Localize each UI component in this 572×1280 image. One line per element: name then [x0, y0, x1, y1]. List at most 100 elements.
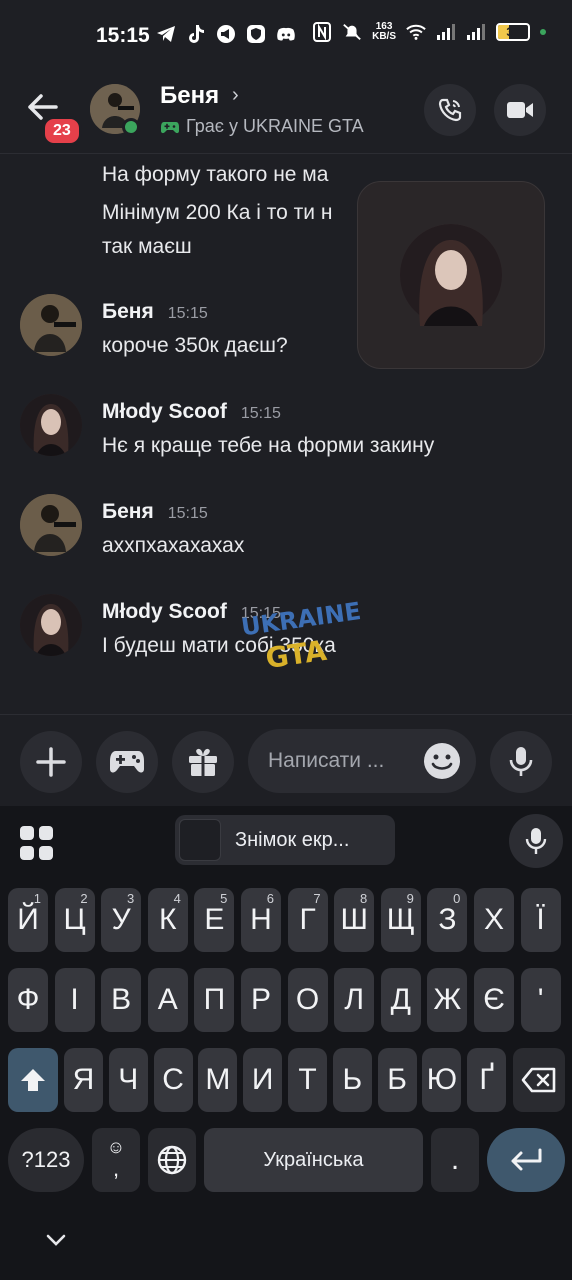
key-label: Ц [63, 903, 86, 936]
key-label: Й [17, 903, 39, 936]
voice-pip-overlay[interactable] [357, 181, 545, 369]
key[interactable]: Ю [422, 1048, 462, 1112]
key[interactable]: О [287, 968, 328, 1032]
continued-message: На форму такого не ма [102, 156, 328, 194]
voice-call-button[interactable] [424, 84, 476, 136]
key[interactable]: Ч [108, 1048, 148, 1112]
key-label: Ш [340, 903, 368, 936]
key[interactable]: И [243, 1048, 283, 1112]
key-label: Е [204, 903, 225, 936]
key[interactable]: Є [474, 968, 514, 1032]
clipboard-label: Знімок екр... [235, 829, 350, 851]
key[interactable]: Б [377, 1048, 417, 1112]
avatar[interactable] [20, 594, 82, 656]
video-camera-icon [507, 102, 533, 118]
key-label: Н [250, 903, 272, 936]
activities-button[interactable] [96, 731, 158, 793]
voice-message-button[interactable] [490, 731, 552, 793]
avatar[interactable] [20, 394, 82, 456]
language-key[interactable] [148, 1128, 196, 1192]
key[interactable]: Щ9 [380, 888, 421, 952]
key[interactable]: З0 [427, 888, 468, 952]
key-hint: 3 [126, 891, 135, 906]
emoji-comma-key[interactable]: ☺ , [92, 1128, 140, 1192]
key[interactable]: Ї [520, 888, 561, 952]
key[interactable]: К4 [147, 888, 188, 952]
key[interactable]: Ш8 [334, 888, 375, 952]
shift-key[interactable] [8, 1048, 58, 1112]
key[interactable]: Х [474, 888, 514, 952]
message-author[interactable]: Młody Scoof [102, 400, 227, 424]
key[interactable]: Ц2 [54, 888, 95, 952]
key[interactable]: Я [64, 1048, 103, 1112]
space-key[interactable]: Українська [204, 1128, 423, 1192]
battery-indicator: 37 [496, 23, 530, 41]
message-author[interactable]: Беня [102, 300, 154, 324]
key[interactable]: Е5 [194, 888, 235, 952]
key-label: К [159, 903, 177, 936]
emoji-button[interactable] [424, 743, 460, 779]
key[interactable]: Д [380, 968, 421, 1032]
key[interactable]: Г7 [287, 888, 328, 952]
key-hint: 9 [406, 891, 414, 906]
key[interactable]: Ф [8, 968, 48, 1032]
clipboard-suggestion[interactable]: Знімок екр... [175, 815, 395, 865]
key[interactable]: П [194, 968, 235, 1032]
key[interactable]: Ж [427, 968, 468, 1032]
gift-icon [189, 748, 217, 776]
key-label: У [111, 903, 131, 936]
status-bar: 15:15 163 KB/S 37 [0, 0, 572, 72]
screenshot-thumbnail [179, 819, 221, 861]
keyboard-row-2: Ф І В А П Р О Л Д Ж Є ' [0, 968, 572, 1034]
activity-status: Грає у UKRAINE GTA [160, 116, 364, 137]
hide-keyboard-button[interactable] [42, 1226, 70, 1254]
attach-button[interactable] [20, 731, 82, 793]
message-header: Młody Scoof 15:15 [102, 400, 281, 424]
network-speed: 163 KB/S [372, 22, 396, 42]
message-author[interactable]: Беня [102, 500, 154, 524]
key-hint: 2 [80, 891, 88, 906]
avatar[interactable] [20, 294, 82, 356]
key[interactable]: ' [520, 968, 561, 1032]
chevron-right-icon[interactable]: › [232, 84, 239, 107]
key[interactable]: С [153, 1048, 193, 1112]
key-hint: 0 [453, 891, 461, 906]
wifi-icon [406, 22, 426, 42]
system-indicators: 163 KB/S 37 [312, 22, 546, 42]
avatar[interactable] [20, 494, 82, 556]
key[interactable]: Л [334, 968, 375, 1032]
keyboard-row-1: Й1Ц2У3К4Е5Н6Г7Ш8Щ9З0ХЇ [0, 888, 572, 954]
keyboard-toolbar: Знімок екр... [0, 806, 572, 876]
enter-key[interactable] [487, 1128, 565, 1192]
period-key[interactable]: . [431, 1128, 479, 1192]
contact-name[interactable]: Беня [160, 82, 219, 110]
key[interactable]: Й1 [8, 888, 48, 952]
key[interactable]: Т [288, 1048, 327, 1112]
message-author[interactable]: Młody Scoof [102, 600, 227, 624]
backspace-key[interactable] [513, 1048, 565, 1112]
tiktok-icon [186, 24, 206, 44]
key[interactable]: В [101, 968, 142, 1032]
key[interactable]: І [54, 968, 95, 1032]
key[interactable]: Ь [332, 1048, 372, 1112]
key[interactable]: Р [241, 968, 281, 1032]
keyboard-voice-button[interactable] [509, 814, 563, 868]
phone-icon [438, 98, 462, 122]
key-label: Ї [536, 903, 545, 936]
gift-button[interactable] [172, 731, 234, 793]
message-text: короче 350к даєш? [102, 334, 288, 357]
key[interactable]: У3 [101, 888, 142, 952]
key[interactable]: А [147, 968, 188, 1032]
key[interactable]: М [198, 1048, 238, 1112]
keyboard-grid-icon[interactable] [20, 826, 54, 860]
key[interactable]: Н6 [241, 888, 281, 952]
online-status-dot [122, 118, 140, 136]
space-key-label: Українська [263, 1148, 364, 1171]
pip-avatar [400, 224, 502, 326]
plus-icon [36, 747, 66, 777]
video-call-button[interactable] [494, 84, 546, 136]
message-input[interactable]: Написати ... [248, 729, 476, 793]
key[interactable]: Ґ [467, 1048, 507, 1112]
signal-icon-1 [436, 22, 456, 42]
symbols-key[interactable]: ?123 [8, 1128, 84, 1192]
